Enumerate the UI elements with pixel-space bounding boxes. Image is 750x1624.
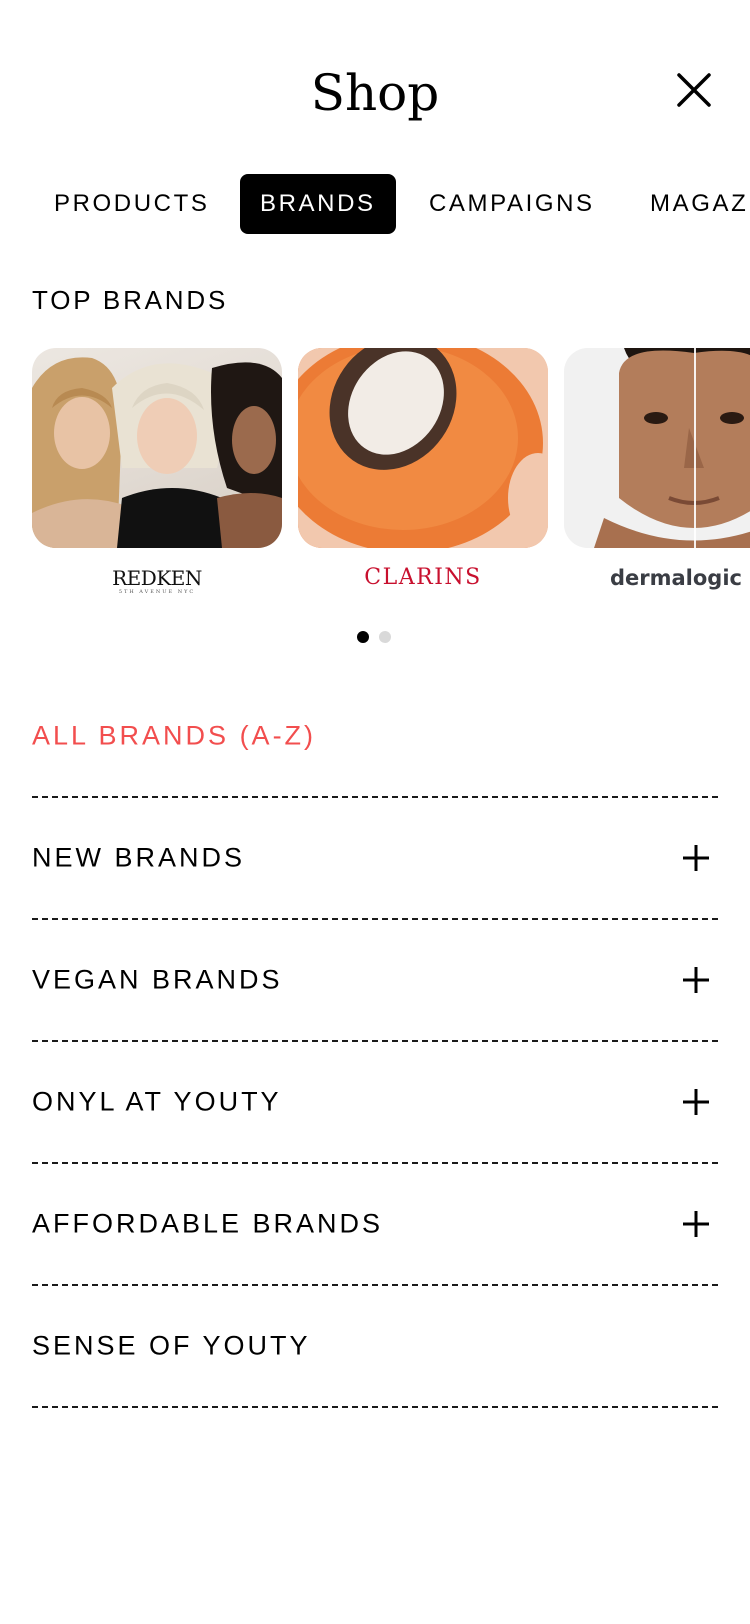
top-brands-carousel[interactable]: REDKEN 5TH AVENUE NYC CLARINS dermalogic — [0, 348, 750, 608]
menu-item-sense-of-youty[interactable]: SENSE OF YOUTY — [32, 1286, 718, 1408]
tab-products[interactable]: PRODUCTS — [34, 174, 229, 234]
tab-brands[interactable]: BRANDS — [240, 174, 396, 234]
brand-logo-redken: REDKEN 5TH AVENUE NYC — [112, 566, 202, 595]
pagination-dot-active[interactable] — [357, 631, 369, 643]
menu-item-label: AFFORDABLE BRANDS — [32, 1208, 384, 1239]
menu-item-affordable-brands[interactable]: AFFORDABLE BRANDS — [32, 1164, 718, 1286]
menu-item-all-brands[interactable]: ALL BRANDS (A-Z) — [32, 675, 718, 798]
women-portrait-image — [32, 357, 282, 548]
menu-item-new-brands[interactable]: NEW BRANDS — [32, 798, 718, 920]
menu-item-label: SENSE OF YOUTY — [32, 1330, 311, 1361]
menu-item-only-at-youty[interactable]: ONYL AT YOUTY — [32, 1042, 718, 1164]
top-brands-heading: TOP BRANDS — [32, 285, 229, 315]
brand-image-redken — [32, 348, 282, 548]
pagination-dot[interactable] — [379, 631, 391, 643]
man-portrait-image — [564, 348, 750, 548]
plus-icon[interactable] — [682, 1088, 710, 1116]
plus-icon[interactable] — [682, 966, 710, 994]
menu-item-label: NEW BRANDS — [32, 842, 246, 873]
brand-card-clarins[interactable]: CLARINS — [298, 348, 548, 608]
tab-magazine[interactable]: MAGAZ — [630, 174, 750, 234]
apricot-image — [298, 348, 548, 548]
carousel-pagination — [357, 630, 401, 643]
brand-image-dermalogica — [564, 348, 750, 548]
menu-item-label: ALL BRANDS (A-Z) — [32, 720, 317, 750]
brand-card-redken[interactable]: REDKEN 5TH AVENUE NYC — [32, 348, 282, 608]
brand-logo-dermalogica: dermalogic — [610, 566, 742, 590]
header: Shop — [0, 0, 750, 190]
brand-card-dermalogica[interactable]: dermalogic — [564, 348, 750, 608]
brand-image-clarins — [298, 348, 548, 548]
plus-icon[interactable] — [682, 1210, 710, 1238]
menu-item-label: VEGAN BRANDS — [32, 964, 283, 995]
close-icon — [677, 73, 711, 107]
category-tabs: PRODUCTS BRANDS CAMPAIGNS MAGAZ — [0, 174, 750, 234]
brand-logo-clarins: CLARINS — [364, 565, 482, 590]
menu-item-label: ONYL AT YOUTY — [32, 1086, 282, 1117]
menu-item-vegan-brands[interactable]: VEGAN BRANDS — [32, 920, 718, 1042]
plus-icon[interactable] — [682, 844, 710, 872]
page-title: Shop — [310, 64, 440, 122]
close-button[interactable] — [674, 70, 714, 110]
split-line — [694, 348, 696, 548]
brand-menu-list: ALL BRANDS (A-Z) NEW BRANDS VEGAN BRANDS… — [32, 675, 718, 1408]
tab-campaigns[interactable]: CAMPAIGNS — [409, 174, 615, 234]
